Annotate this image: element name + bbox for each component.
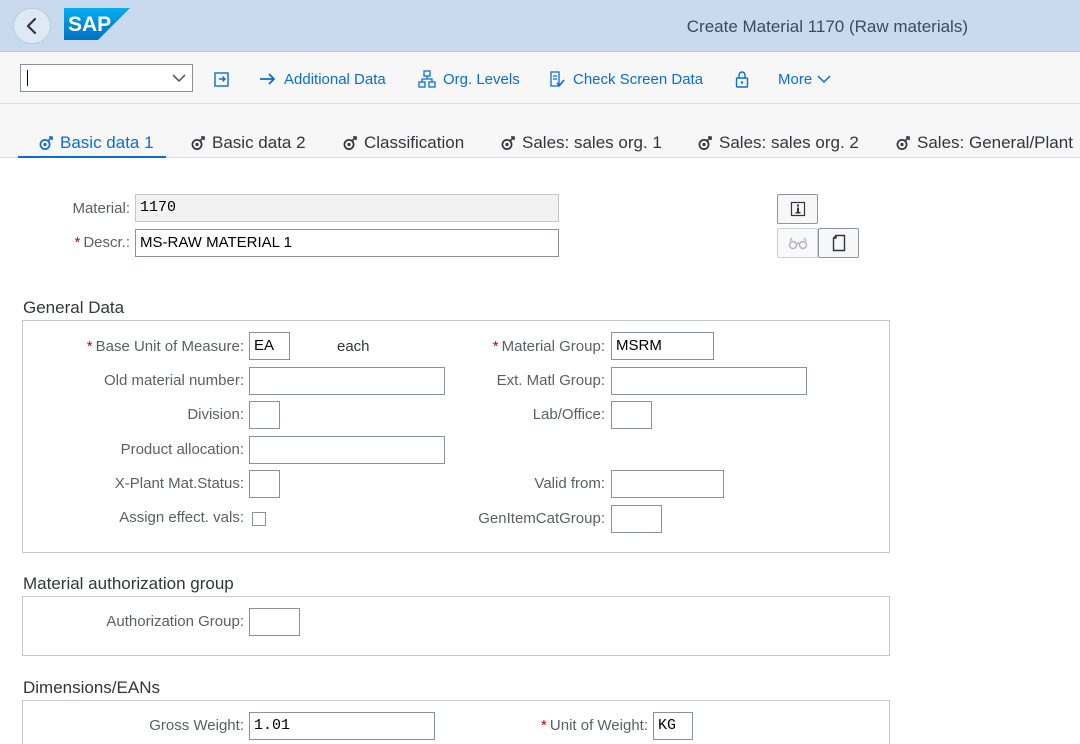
product-allocation-label: Product allocation: (120, 441, 244, 458)
gen-item-cat-label: GenItemCatGroup: (478, 510, 605, 527)
command-input[interactable] (21, 65, 161, 91)
xplant-status-input[interactable] (249, 470, 280, 498)
base-uom-label-text: Base Unit of Measure: (95, 338, 244, 355)
tab-label: Basic data 2 (212, 133, 306, 152)
product-allocation-input[interactable] (249, 436, 445, 464)
tab-link-icon (191, 136, 205, 150)
general-data-title: General Data (23, 298, 125, 317)
display-button[interactable] (777, 228, 818, 258)
command-field[interactable] (20, 64, 193, 92)
info-icon (790, 201, 805, 217)
lab-office-label: Lab/Office: (532, 406, 605, 423)
tab-strip: Basic data 1 Basic data 2 Classification… (0, 104, 1080, 159)
toolbar: Additional Data Org. Levels Check Screen… (0, 52, 1080, 104)
tab-label: Sales: sales org. 2 (719, 133, 859, 152)
svg-text:SAP: SAP (68, 13, 111, 36)
tab-sales-general-plant[interactable]: Sales: General/Plant (895, 132, 1073, 154)
chevron-left-icon (26, 17, 37, 35)
sap-logo: SAP (64, 8, 130, 40)
org-levels-button[interactable]: Org. Levels (418, 69, 520, 89)
tab-label: Sales: General/Plant (917, 133, 1073, 152)
unit-of-weight-label: * Unit of Weight: (300, 716, 648, 736)
tab-link-icon (501, 136, 515, 150)
main-content: Material: 1170 * Descr.: MS-RAW MATERIAL … (0, 158, 1080, 744)
check-screen-data-button[interactable]: Check Screen Data (548, 69, 703, 89)
tab-label: Basic data 1 (60, 133, 154, 152)
tab-basic-data-1[interactable]: Basic data 1 (38, 132, 154, 154)
material-field: 1170 (135, 194, 559, 222)
valid-from-input[interactable] (611, 470, 724, 498)
document-button[interactable] (818, 228, 859, 258)
gen-item-cat-input[interactable] (611, 505, 662, 533)
unit-of-weight-input[interactable]: KG (653, 712, 693, 740)
descr-label-text: Descr.: (83, 234, 130, 251)
export-button[interactable] (213, 69, 238, 89)
additional-data-button[interactable]: Additional Data (259, 69, 386, 89)
gross-weight-label: Gross Weight: (149, 717, 244, 734)
descr-label: * Descr.: (0, 233, 130, 253)
tab-link-icon (343, 136, 357, 150)
arrow-right-icon (260, 73, 276, 85)
required-mark: * (74, 234, 81, 251)
required-mark: * (492, 338, 499, 355)
org-hierarchy-icon (418, 70, 436, 88)
auth-group-label: Authorization Group: (106, 613, 244, 630)
tab-link-icon (896, 136, 910, 150)
old-material-label: Old material number: (103, 372, 244, 389)
chevron-down-icon[interactable] (172, 72, 186, 84)
check-data-icon (550, 71, 565, 87)
chevron-down-icon (817, 75, 831, 84)
more-button[interactable]: More (778, 69, 831, 89)
base-uom-input[interactable]: EA (249, 332, 290, 360)
org-levels-label: Org. Levels (443, 70, 520, 88)
text-caret (27, 70, 28, 86)
required-mark: * (541, 717, 547, 734)
unit-of-weight-label-text: Unit of Weight: (549, 717, 648, 734)
dimensions-title: Dimensions/EANs (23, 678, 160, 697)
tab-label: Sales: sales org. 1 (522, 133, 662, 152)
valid-from-label: Valid from: (534, 475, 605, 492)
glasses-icon (788, 237, 807, 250)
material-label: Material: (72, 200, 130, 217)
back-button[interactable] (13, 8, 51, 44)
tab-sales-org-2[interactable]: Sales: sales org. 2 (697, 132, 859, 154)
additional-data-label: Additional Data (284, 70, 386, 88)
division-input[interactable] (249, 401, 280, 429)
shell-bar: SAP Create Material 1170 (Raw materials) (0, 0, 1080, 52)
xplant-status-label: X-Plant Mat.Status: (114, 475, 244, 492)
tab-basic-data-2[interactable]: Basic data 2 (190, 132, 306, 154)
lock-icon (735, 71, 749, 88)
more-label: More (778, 70, 813, 88)
tab-link-icon (39, 136, 53, 150)
material-group-label-text: Material Group: (501, 338, 605, 355)
material-group-label: * Material Group: (300, 337, 605, 357)
tab-label: Classification (364, 133, 465, 152)
assign-effect-label: Assign effect. vals: (119, 509, 244, 526)
page-title: Create Material 1170 (Raw materials) (686, 17, 968, 36)
export-icon (214, 72, 229, 87)
auth-group-input[interactable] (249, 608, 300, 636)
tab-link-icon (698, 136, 712, 150)
required-mark: * (86, 338, 93, 355)
assign-effect-checkbox[interactable] (252, 512, 266, 526)
tab-classification[interactable]: Classification (342, 132, 464, 154)
base-uom-label: * Base Unit of Measure: (0, 337, 244, 357)
check-screen-data-label: Check Screen Data (573, 70, 704, 88)
tab-sales-org-1[interactable]: Sales: sales org. 1 (500, 132, 662, 154)
description-input[interactable]: MS-RAW MATERIAL 1 (135, 229, 559, 257)
info-button[interactable] (777, 194, 818, 224)
ext-matl-group-label: Ext. Matl Group: (496, 372, 605, 389)
material-group-input[interactable]: MSRM (611, 332, 714, 360)
lock-button[interactable] (735, 69, 756, 89)
division-label: Division: (187, 406, 244, 423)
authorization-title: Material authorization group (23, 574, 234, 593)
lab-office-input[interactable] (611, 401, 652, 429)
document-icon (832, 234, 845, 252)
ext-matl-group-input[interactable] (611, 367, 807, 395)
